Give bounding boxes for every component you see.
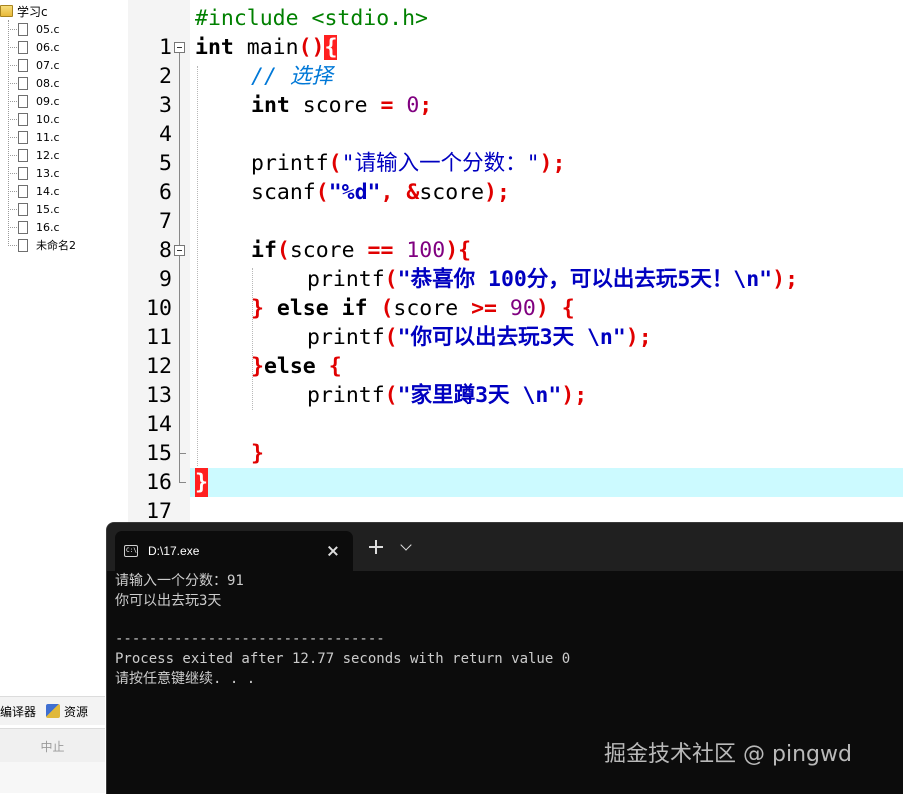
abort-button[interactable]: 中止 [0,728,105,763]
code-line[interactable]: 17 } [0,468,903,524]
chevron-down-icon[interactable] [400,539,412,551]
left-panel-bottom [0,762,105,793]
code-text: int score = 0; [251,93,433,118]
code-text: printf("家里蹲3天 \n"); [307,383,588,408]
console-line: 请输入一个分数：91 [115,573,244,589]
code-text: } else if (score >= 90) { [251,296,575,321]
code-line[interactable]: 15 [0,410,903,466]
abort-button-label: 中止 [40,739,65,754]
indent-guide [252,268,253,410]
closing-brace: } [251,441,264,466]
fold-guide [179,256,180,482]
indent-guide [197,66,198,466]
code-line[interactable]: 12 printf("你可以出去玩3天 \n"); [0,323,903,379]
console-line: Process exited after 12.77 seconds with … [115,651,571,667]
code-line[interactable]: 2 int main(){ [0,33,903,89]
console-tab[interactable]: C:\ D:\17.exe [115,531,353,571]
include-directive: #include <stdio.h> [195,6,428,31]
code-line[interactable]: 6 printf("请输入一个分数："); [0,149,903,205]
code-line[interactable]: 7 scanf("%d", &score); [0,178,903,234]
new-tab-plus-icon[interactable] [369,540,383,554]
fold-toggle-icon[interactable] [174,245,185,256]
code-text: printf("你可以出去玩3天 \n"); [307,325,652,350]
watermark: 掘金技术社区 @ pingwd [604,742,852,767]
fold-guide [179,53,180,245]
code-text: int main(){ [195,35,338,60]
terminal-icon: C:\ [124,545,138,557]
code-line[interactable]: 13 }else { [0,352,903,408]
resources-icon [46,704,61,718]
code-line[interactable]: 14 printf("家里蹲3天 \n"); [0,381,903,437]
tab-compiler-label: 编译器 [0,704,37,719]
close-icon[interactable] [325,543,341,559]
tab-compiler[interactable]: 编译器 [0,703,36,720]
code-line[interactable]: 8 [0,207,903,263]
code-line[interactable]: 9 if(score == 100){ [0,236,903,292]
console-titlebar: C:\ D:\17.exe [107,523,903,571]
console-line: 请按任意键继续. . . [115,671,256,687]
tab-resources-label: 资源 [64,704,89,719]
comment: // 选择 [251,64,333,89]
code-line[interactable]: 4 int score = 0; [0,91,903,147]
code-line[interactable]: 11 } else if (score >= 90) { [0,294,903,350]
code-text: printf("恭喜你 100分，可以出去玩5天！\n"); [307,267,799,292]
console-line: 你可以出去玩3天 [115,593,222,609]
code-line[interactable]: 10 printf("恭喜你 100分，可以出去玩5天！\n"); [0,265,903,321]
fold-end-marker [179,482,186,483]
console-tab-title: D:\17.exe [148,544,200,558]
code-text: }else { [251,354,342,379]
fold-toggle-icon[interactable] [174,42,185,53]
code-line[interactable]: 3 // 选择 [0,62,903,118]
matched-brace: } [195,468,208,497]
fold-end-marker [179,453,186,454]
code-line[interactable]: 16 } [0,439,903,495]
code-line[interactable]: 1 #include <stdio.h> [0,4,903,60]
console-line: -------------------------------- [115,631,385,647]
left-panel-tabs: 编译器 资源 [0,696,105,725]
code-line[interactable]: 5 [0,120,903,176]
code-text: scanf("%d", &score); [251,180,510,205]
tab-resources[interactable]: 资源 [42,703,88,720]
code-text: if(score == 100){ [251,238,472,263]
code-text: printf("请输入一个分数："); [251,151,566,176]
